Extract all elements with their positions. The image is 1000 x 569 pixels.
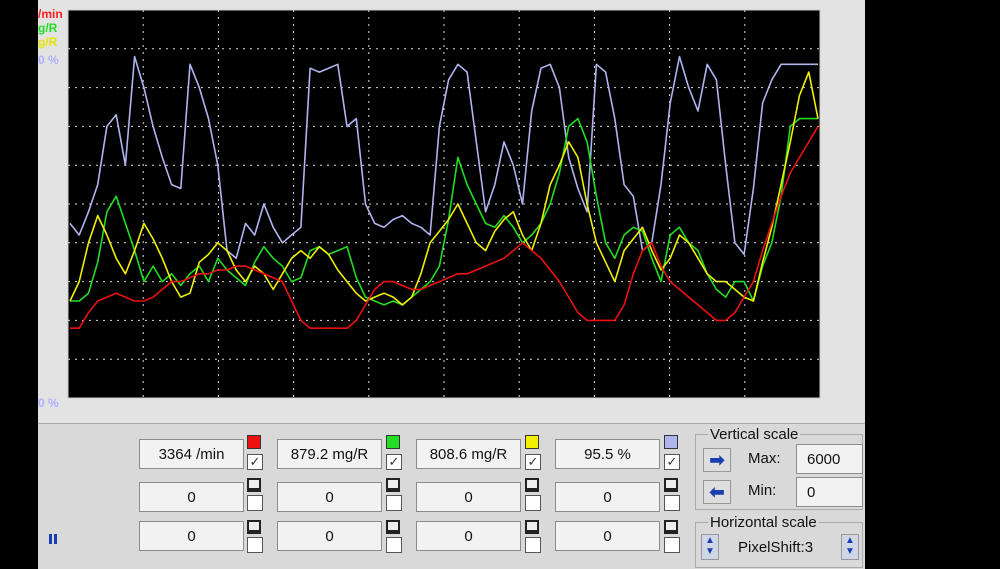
max-input[interactable]: 6000 bbox=[796, 444, 863, 474]
channel-4-value: 95.5 % bbox=[555, 439, 660, 469]
min-input[interactable]: 0 bbox=[796, 477, 863, 507]
channel-1-checkbox[interactable]: ✓ bbox=[247, 454, 263, 470]
spin-arrows-icon: ▲ ▼ bbox=[845, 535, 855, 557]
channel-2-checkbox[interactable]: ✓ bbox=[386, 454, 402, 470]
pause-button[interactable] bbox=[42, 528, 64, 550]
channel-1-value: 3364 /min bbox=[139, 439, 244, 469]
channel-6-color-swatch[interactable] bbox=[386, 478, 400, 492]
channel-5-checkbox[interactable] bbox=[247, 495, 263, 511]
pixelshift-value: PixelShift:3 bbox=[738, 539, 814, 556]
channel-6-value: 0 bbox=[277, 482, 382, 512]
pixelshift-right-spinner[interactable]: ▲ ▼ bbox=[841, 534, 859, 560]
channel-11-value: 0 bbox=[416, 521, 521, 551]
channel-3-checkbox[interactable]: ✓ bbox=[525, 454, 541, 470]
channel-7-checkbox[interactable] bbox=[525, 495, 541, 511]
graph-area: /min g/R g/R 0 % 0 % bbox=[38, 0, 858, 418]
channel-8-value: 0 bbox=[555, 482, 660, 512]
channel-11-checkbox[interactable] bbox=[525, 537, 541, 553]
y-label-yellow: g/R bbox=[38, 35, 58, 49]
y-label-green: g/R bbox=[38, 21, 58, 35]
min-label: Min: bbox=[748, 482, 777, 499]
channel-6-checkbox[interactable] bbox=[386, 495, 402, 511]
channel-10-checkbox[interactable] bbox=[386, 537, 402, 553]
channel-9-value: 0 bbox=[139, 521, 244, 551]
channel-4-color-swatch[interactable] bbox=[664, 435, 678, 449]
spin-arrows-icon: ▲ ▼ bbox=[705, 535, 715, 557]
max-label: Max: bbox=[748, 450, 781, 467]
y-label-bottom: 0 % bbox=[38, 396, 59, 410]
channel-12-checkbox[interactable] bbox=[664, 537, 680, 553]
pixelshift-left-spinner[interactable]: ▲ ▼ bbox=[701, 534, 719, 560]
channel-10-value: 0 bbox=[277, 521, 382, 551]
channel-12-value: 0 bbox=[555, 521, 660, 551]
channel-9-checkbox[interactable] bbox=[247, 537, 263, 553]
horizontal-scale-title: Horizontal scale bbox=[708, 514, 819, 531]
graph-canvas bbox=[67, 9, 821, 399]
channel-3-value: 808.6 mg/R bbox=[416, 439, 521, 469]
y-label-rpm: /min bbox=[38, 7, 63, 21]
channel-11-color-swatch[interactable] bbox=[525, 520, 539, 534]
channel-2-color-swatch[interactable] bbox=[386, 435, 400, 449]
channel-7-color-swatch[interactable] bbox=[525, 478, 539, 492]
right-margin bbox=[865, 0, 1000, 568]
channel-7-value: 0 bbox=[416, 482, 521, 512]
channel-5-color-swatch[interactable] bbox=[247, 478, 261, 492]
scale-down-button[interactable]: ⬅ bbox=[703, 480, 731, 504]
channel-3-color-swatch[interactable] bbox=[525, 435, 539, 449]
channel-10-color-swatch[interactable] bbox=[386, 520, 400, 534]
arrow-left-icon: ⬅ bbox=[709, 482, 725, 502]
channel-5-value: 0 bbox=[139, 482, 244, 512]
channel-9-color-swatch[interactable] bbox=[247, 520, 261, 534]
scale-up-button[interactable]: ➡ bbox=[703, 448, 731, 472]
channel-1-color-swatch[interactable] bbox=[247, 435, 261, 449]
vertical-scale-title: Vertical scale bbox=[708, 426, 801, 443]
y-label-percent: 0 % bbox=[38, 53, 59, 67]
channel-4-checkbox[interactable]: ✓ bbox=[664, 454, 680, 470]
controls-panel: 3364 /min ✓ 879.2 mg/R ✓ 808.6 mg/R ✓ 95… bbox=[38, 423, 865, 569]
channel-8-color-swatch[interactable] bbox=[664, 478, 678, 492]
pause-icon bbox=[49, 534, 57, 544]
channel-12-color-swatch[interactable] bbox=[664, 520, 678, 534]
arrow-right-icon: ➡ bbox=[709, 450, 725, 470]
channel-2-value: 879.2 mg/R bbox=[277, 439, 382, 469]
channel-8-checkbox[interactable] bbox=[664, 495, 680, 511]
